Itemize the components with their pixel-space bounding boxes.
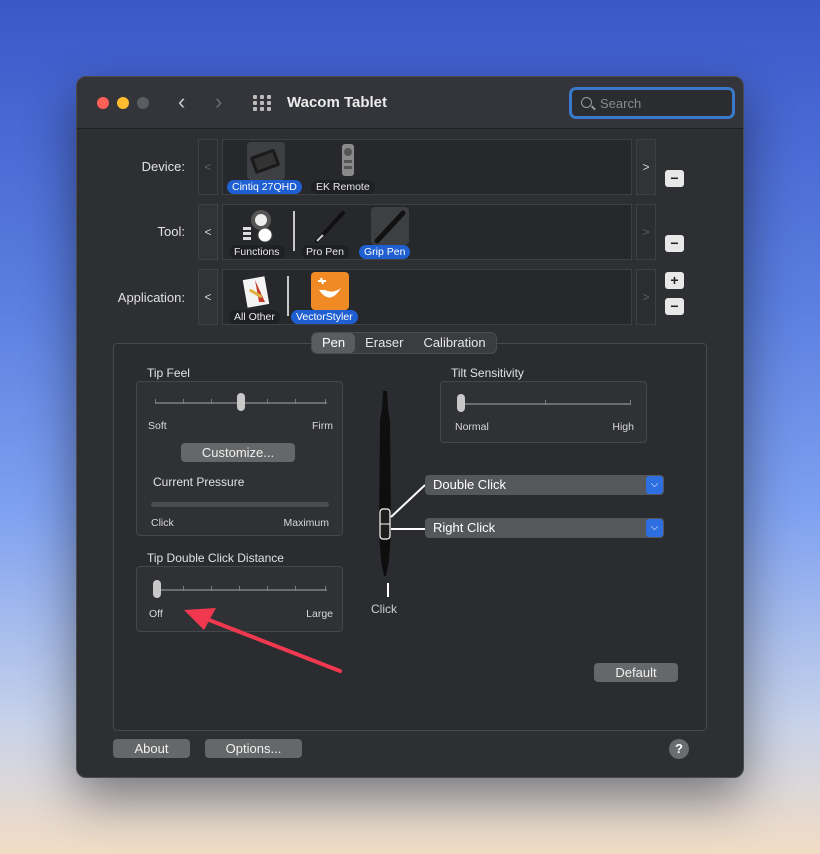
help-button[interactable]: ? (669, 739, 689, 759)
tip-double-click-title: Tip Double Click Distance (147, 551, 284, 565)
current-pressure-title: Current Pressure (153, 475, 245, 489)
device-item-cintiq[interactable]: Cintiq 27QHD (227, 142, 307, 194)
tip-double-click-slider-thumb[interactable] (153, 580, 161, 598)
current-pressure-min-label: Click (151, 517, 174, 529)
tilt-sensitivity-track (461, 403, 631, 405)
preferences-window: ‹ › Wacom Tablet Device: < Cintiq 27QHD (76, 76, 744, 778)
forward-chevron-icon[interactable]: › (215, 91, 222, 113)
upper-button-value: Double Click (433, 477, 506, 492)
tip-feel-slider-thumb[interactable] (237, 393, 245, 411)
tool-next-button[interactable]: > (636, 204, 656, 260)
window-title: Wacom Tablet (287, 94, 388, 111)
current-pressure-max-label: Maximum (283, 517, 329, 529)
application-row-label: Application: (117, 290, 185, 305)
tip-double-click-group: Off Large (136, 566, 343, 632)
tool-label: Pro Pen (301, 245, 349, 259)
grip-pen-icon (371, 207, 409, 245)
tip-double-click-max-label: Large (306, 608, 333, 620)
device-row-label: Device: (141, 159, 185, 174)
tool-item-functions[interactable]: Functions (229, 207, 289, 259)
application-label: All Other (229, 310, 280, 324)
vectorstyler-icon (311, 272, 349, 310)
tablet-icon (247, 142, 285, 180)
tab-calibration[interactable]: Calibration (413, 333, 495, 353)
close-window-button[interactable] (97, 97, 109, 109)
application-strip: All Other VectorStyler (222, 269, 632, 325)
tool-item-grip-pen[interactable]: Grip Pen (359, 207, 421, 259)
tool-label: Grip Pen (359, 245, 411, 259)
application-next-button[interactable]: > (636, 269, 656, 325)
tab-pen[interactable]: Pen (312, 333, 356, 353)
customize-button[interactable]: Customize... (181, 443, 295, 462)
pro-pen-icon (311, 207, 349, 245)
pen-tip-label: Click (371, 602, 397, 616)
tip-feel-group: Soft Firm Customize... Current Pressure … (136, 381, 343, 536)
device-label: Cintiq 27QHD (227, 180, 302, 194)
lower-button-value: Right Click (433, 520, 496, 535)
application-item-all-other[interactable]: All Other (229, 272, 289, 324)
search-input[interactable] (600, 93, 725, 113)
tip-feel-min-label: Soft (148, 420, 167, 432)
options-button[interactable]: Options... (205, 739, 302, 758)
application-add-button[interactable]: + (665, 272, 684, 289)
tilt-sensitivity-group: Normal High (440, 381, 647, 443)
tool-row-label: Tool: (157, 224, 185, 239)
tab-eraser[interactable]: Eraser (355, 333, 413, 353)
application-separator (287, 276, 289, 316)
device-next-button[interactable]: > (636, 139, 656, 195)
lower-button-dropdown[interactable]: Right Click ⌵ (425, 518, 664, 538)
device-item-ek-remote[interactable]: EK Remote (311, 142, 381, 194)
title-bar: ‹ › Wacom Tablet (77, 77, 743, 129)
device-remove-button[interactable]: − (665, 170, 684, 187)
show-all-grid-icon[interactable] (253, 95, 273, 111)
search-field[interactable] (569, 87, 735, 119)
about-button[interactable]: About (113, 739, 190, 758)
chevron-down-icon: ⌵ (646, 519, 663, 537)
remote-icon (329, 142, 367, 180)
tip-feel-title: Tip Feel (147, 366, 190, 380)
application-prev-button[interactable]: < (198, 269, 218, 325)
tool-strip: Functions Pro Pen Grip Pen (222, 204, 632, 260)
chevron-down-icon: ⌵ (646, 476, 663, 494)
all-applications-icon (239, 272, 277, 310)
tool-separator (293, 211, 295, 251)
tilt-sensitivity-slider-thumb[interactable] (457, 394, 465, 412)
tool-label: Functions (229, 245, 285, 259)
tool-prev-button[interactable]: < (198, 204, 218, 260)
application-remove-button[interactable]: − (665, 298, 684, 315)
device-label: EK Remote (311, 180, 375, 194)
tip-double-click-min-label: Off (149, 608, 163, 620)
application-item-vectorstyler[interactable]: VectorStyler (291, 272, 367, 324)
device-prev-button[interactable]: < (198, 139, 218, 195)
tilt-sensitivity-min-label: Normal (455, 421, 489, 433)
current-pressure-meter (151, 502, 329, 507)
zoom-window-button[interactable] (137, 97, 149, 109)
pen-settings-tabs: Pen Eraser Calibration (311, 332, 497, 354)
back-chevron-icon[interactable]: ‹ (178, 91, 185, 113)
minimize-window-button[interactable] (117, 97, 129, 109)
pen-tip-connector (387, 583, 389, 597)
tip-feel-max-label: Firm (312, 420, 333, 432)
pen-button-connectors (390, 484, 426, 530)
functions-icon (239, 207, 277, 245)
default-button[interactable]: Default (594, 663, 678, 682)
tilt-sensitivity-title: Tilt Sensitivity (451, 366, 524, 380)
search-icon (581, 97, 592, 108)
upper-button-dropdown[interactable]: Double Click ⌵ (425, 475, 664, 495)
tool-item-pro-pen[interactable]: Pro Pen (301, 207, 357, 259)
tip-double-click-track (155, 589, 327, 591)
application-label: VectorStyler (291, 310, 358, 324)
tilt-sensitivity-max-label: High (612, 421, 634, 433)
device-strip: Cintiq 27QHD EK Remote (222, 139, 632, 195)
tool-remove-button[interactable]: − (665, 235, 684, 252)
